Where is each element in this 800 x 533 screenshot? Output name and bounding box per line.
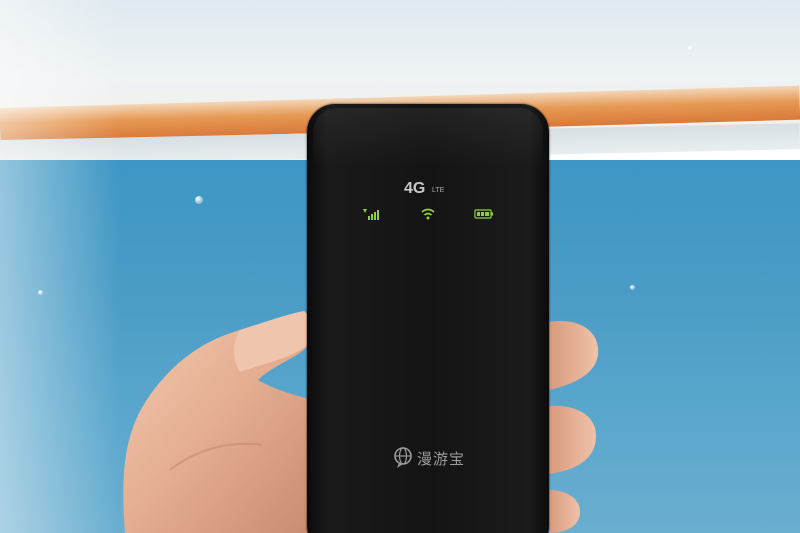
brand-name: 漫游宝 — [417, 449, 466, 468]
signal-bars-icon — [363, 209, 379, 220]
photo-scene: 4G LTE 漫游宝 — [0, 0, 800, 533]
wifi-icon — [421, 208, 435, 220]
device-sheen — [313, 108, 543, 168]
globe-chat-icon — [394, 447, 412, 468]
mobile-hotspot-device: 4G LTE 漫游宝 — [307, 104, 549, 533]
network-subtype-label: LTE — [432, 187, 445, 194]
network-type-label: 4G — [404, 180, 426, 197]
brand-logo: 漫游宝 — [393, 447, 465, 469]
battery-icon — [474, 209, 493, 219]
